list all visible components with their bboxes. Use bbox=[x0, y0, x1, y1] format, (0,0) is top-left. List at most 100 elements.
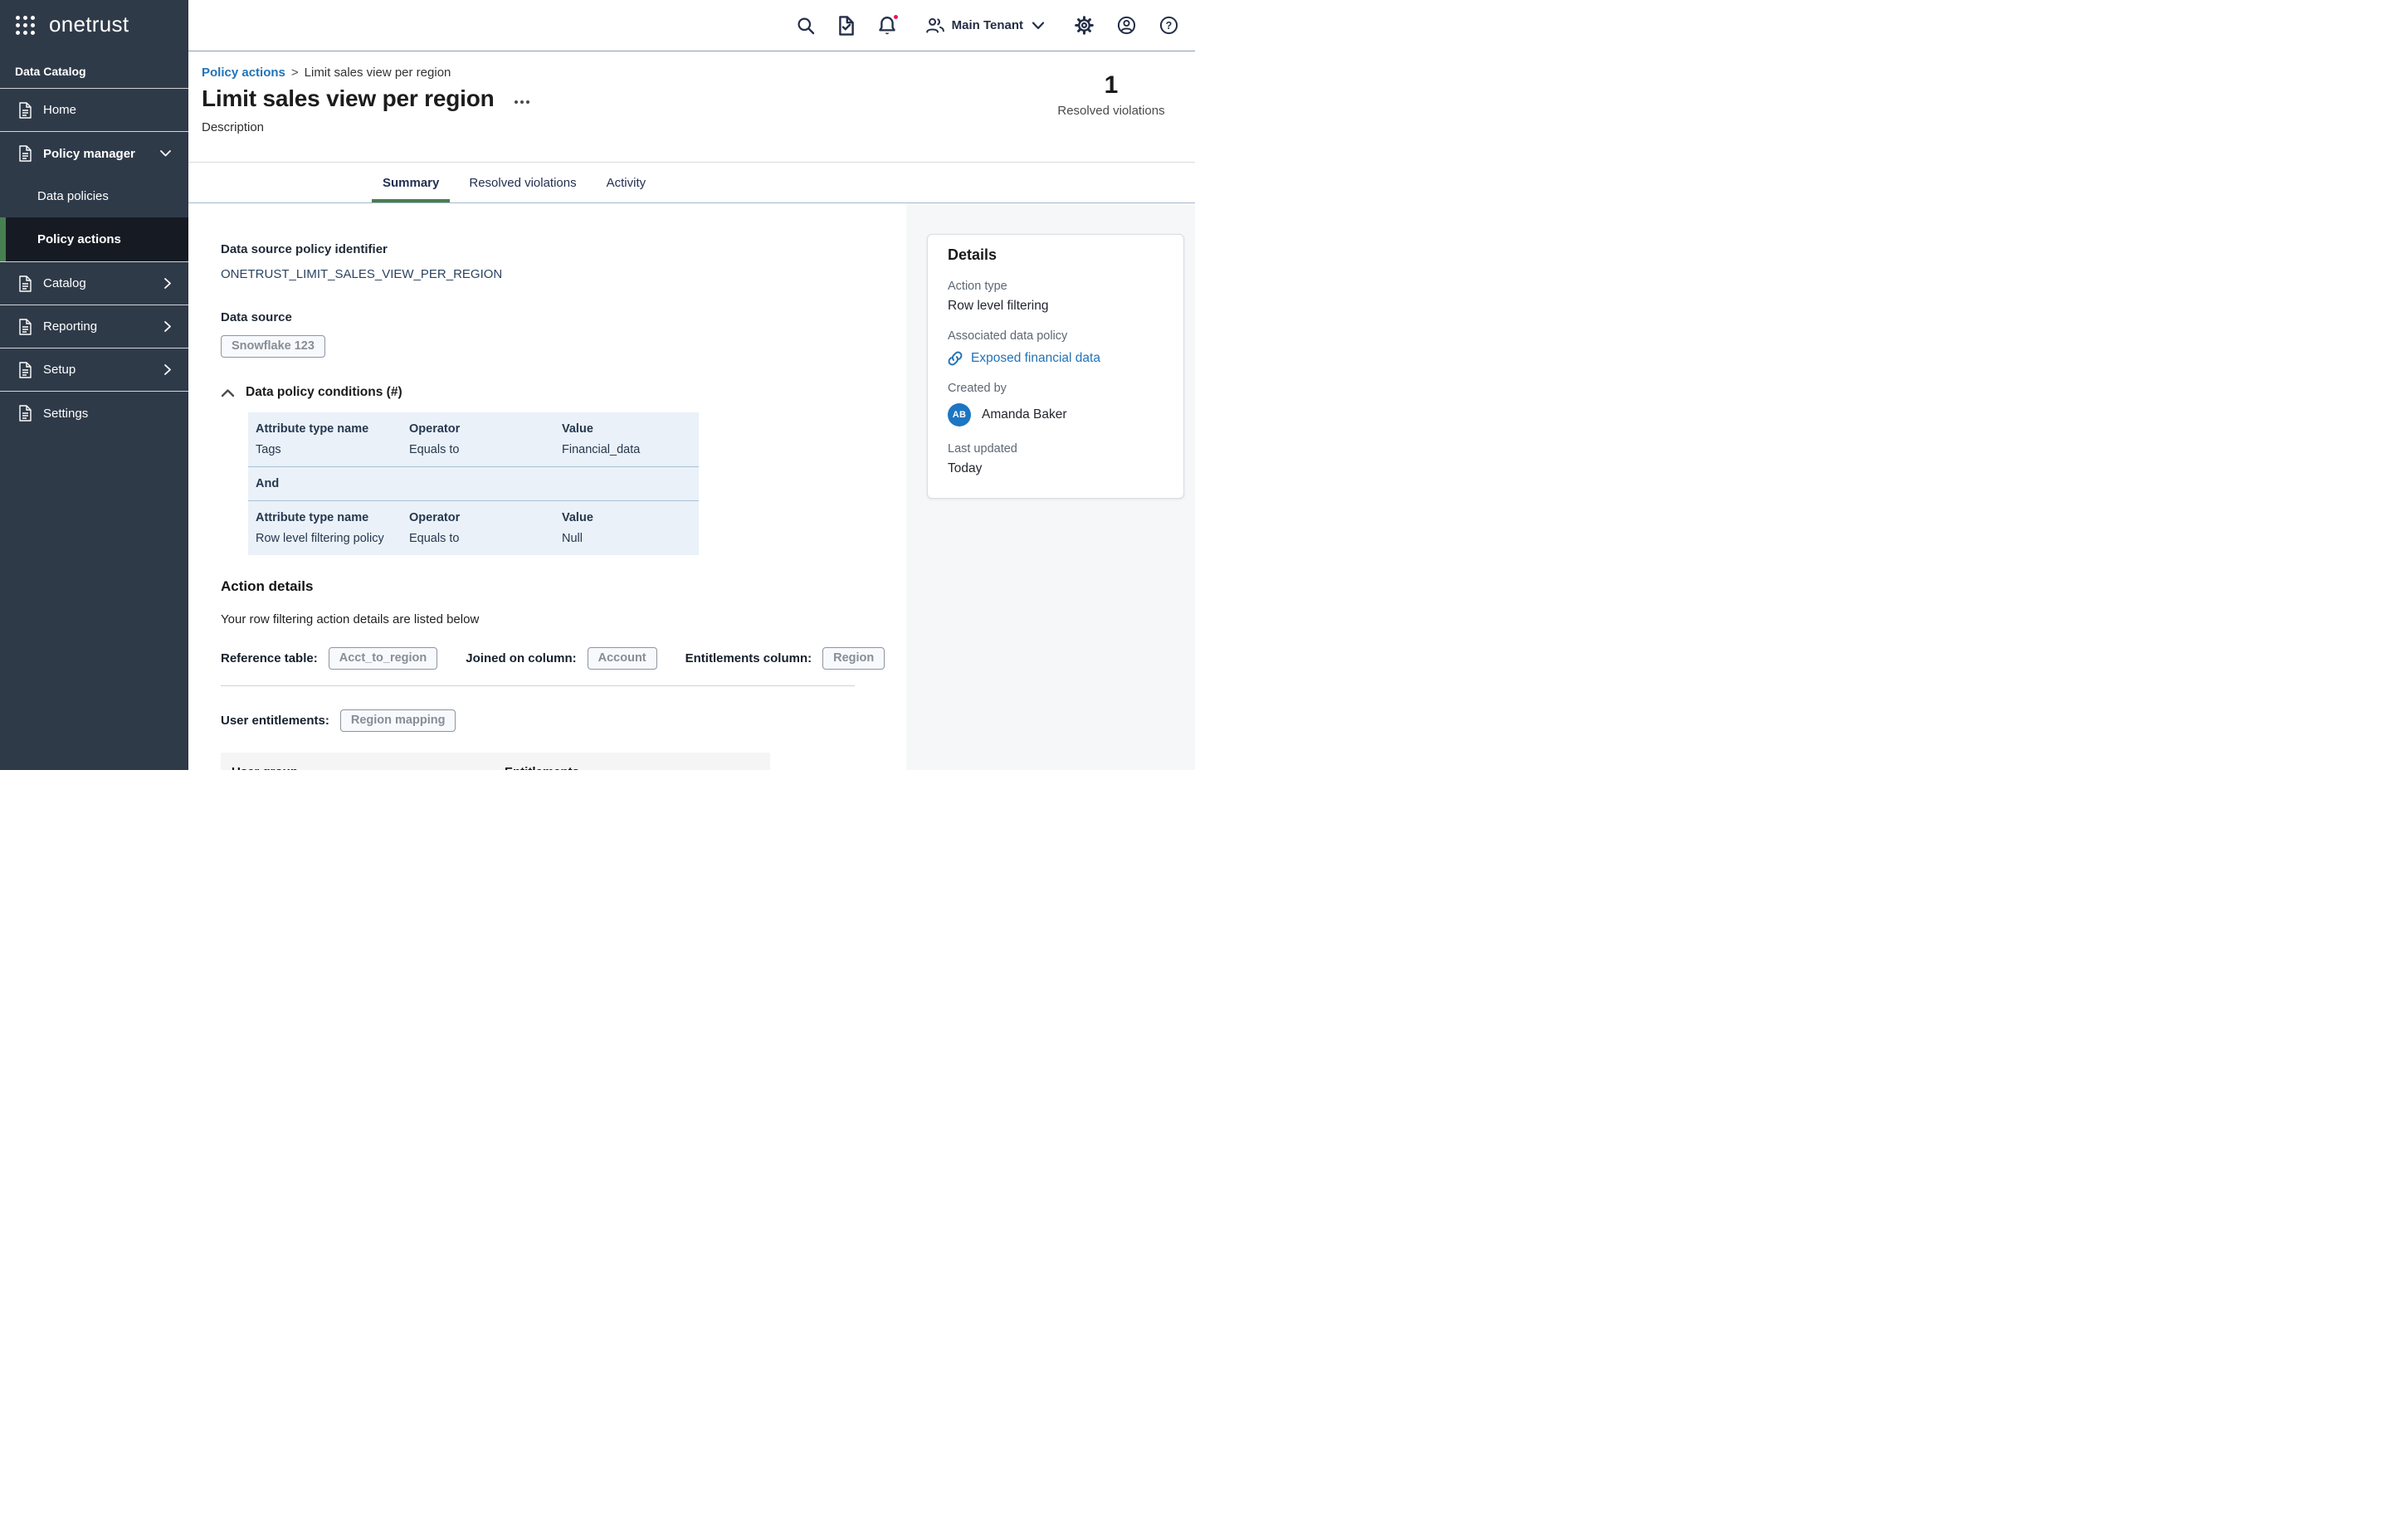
sidebar-item-home[interactable]: Home bbox=[0, 89, 188, 132]
brand-wordmark: onetrust bbox=[49, 12, 129, 37]
search-icon[interactable] bbox=[797, 17, 815, 35]
document-icon bbox=[18, 319, 32, 335]
sidebar-item-policy-actions[interactable]: Policy actions bbox=[0, 217, 188, 261]
app-window: onetrust Data Catalog Home Policy manage… bbox=[0, 0, 1195, 770]
sidebar-item-label: Home bbox=[43, 103, 76, 117]
sidebar-item-setup[interactable]: Setup bbox=[0, 348, 188, 392]
details-title: Details bbox=[948, 246, 1163, 264]
reference-table-label: Reference table: bbox=[221, 651, 318, 665]
condition-attribute: Tags bbox=[256, 441, 409, 459]
document-icon bbox=[18, 362, 32, 378]
sidebar-item-policy-manager[interactable]: Policy manager bbox=[0, 132, 188, 175]
breadcrumb-parent-link[interactable]: Policy actions bbox=[202, 66, 285, 80]
page-title: Limit sales view per region bbox=[202, 85, 495, 112]
action-details-fields: Reference table: Acct_to_region Joined o… bbox=[221, 647, 906, 670]
avatar: AB bbox=[948, 403, 971, 426]
identifier-label: Data source policy identifier bbox=[221, 242, 906, 256]
condition-col-header: Value bbox=[562, 509, 699, 527]
tab-resolved-violations[interactable]: Resolved violations bbox=[458, 163, 587, 202]
condition-col-header: Attribute type name bbox=[256, 509, 409, 527]
column-header-entitlements: Entitlements bbox=[505, 765, 579, 771]
tab-bar: Summary Resolved violations Activity bbox=[188, 163, 1195, 203]
sidebar-item-label: Policy actions bbox=[37, 232, 121, 246]
created-by-name: Amanda Baker bbox=[982, 407, 1067, 422]
ellipsis-icon[interactable] bbox=[511, 97, 533, 107]
stat-value: 1 bbox=[1053, 71, 1169, 100]
created-by-label: Created by bbox=[948, 382, 1163, 395]
associated-policy-link[interactable]: Exposed financial data bbox=[948, 351, 1163, 366]
chevron-up-icon[interactable] bbox=[221, 388, 235, 397]
sidebar-item-label: Settings bbox=[43, 407, 88, 421]
sidebar-item-label: Policy manager bbox=[43, 147, 135, 161]
action-type-value: Row level filtering bbox=[948, 299, 1163, 314]
document-check-icon[interactable] bbox=[838, 16, 855, 36]
sidebar-item-settings[interactable]: Settings bbox=[0, 392, 188, 435]
user-entitlements-chip: Region mapping bbox=[340, 709, 456, 732]
sidebar-group-policy-manager: Policy manager Data policies Policy acti… bbox=[0, 132, 188, 262]
notifications-bell-icon[interactable] bbox=[878, 16, 896, 36]
condition-attribute: Row level filtering policy bbox=[256, 530, 409, 548]
chevron-right-icon bbox=[163, 277, 172, 290]
tab-activity[interactable]: Activity bbox=[596, 163, 657, 202]
tenant-selector[interactable]: Main Tenant bbox=[925, 17, 1045, 34]
associated-policy-link-text: Exposed financial data bbox=[971, 351, 1100, 366]
logo-row: onetrust bbox=[0, 0, 188, 51]
conditions-panel: Attribute type name Tags Operator Equals… bbox=[248, 412, 699, 555]
reference-table-chip: Acct_to_region bbox=[329, 647, 438, 670]
description-label: Description bbox=[202, 120, 1195, 134]
tab-summary[interactable]: Summary bbox=[372, 163, 450, 202]
breadcrumb-current: Limit sales view per region bbox=[305, 66, 451, 80]
entitlements-column-chip: Region bbox=[822, 647, 885, 670]
condition-row: Attribute type name Tags Operator Equals… bbox=[248, 412, 699, 466]
condition-operator: Equals to bbox=[409, 441, 562, 459]
sidebar-item-catalog[interactable]: Catalog bbox=[0, 262, 188, 305]
main-area: Main Tenant bbox=[188, 0, 1195, 770]
entitlements-table-header: User group Entitlements bbox=[221, 753, 770, 770]
condition-col-header: Value bbox=[562, 421, 699, 438]
chevron-right-icon bbox=[163, 363, 172, 376]
sidebar-item-data-policies[interactable]: Data policies bbox=[0, 175, 188, 217]
sidebar-item-reporting[interactable]: Reporting bbox=[0, 305, 188, 348]
account-icon[interactable] bbox=[1117, 16, 1136, 35]
details-card: Details Action type Row level filtering … bbox=[927, 234, 1184, 499]
action-type-label: Action type bbox=[948, 280, 1163, 293]
svg-text:?: ? bbox=[1166, 20, 1173, 32]
condition-col-header: Attribute type name bbox=[256, 421, 409, 438]
associated-policy-label: Associated data policy bbox=[948, 329, 1163, 343]
breadcrumb: Policy actions > Limit sales view per re… bbox=[202, 66, 1195, 80]
page-header: Policy actions > Limit sales view per re… bbox=[188, 51, 1195, 163]
conditions-header: Data policy conditions (#) bbox=[221, 385, 906, 400]
condition-col-header: Operator bbox=[409, 421, 562, 438]
tenant-label: Main Tenant bbox=[952, 18, 1023, 32]
top-bar: Main Tenant bbox=[188, 0, 1195, 51]
breadcrumb-separator: > bbox=[291, 66, 299, 80]
sidebar-item-label: Catalog bbox=[43, 276, 86, 290]
last-updated-value: Today bbox=[948, 461, 1163, 476]
document-icon bbox=[18, 275, 32, 292]
document-icon bbox=[18, 102, 32, 119]
summary-panel: Data source policy identifier ONETRUST_L… bbox=[188, 203, 906, 770]
column-header-user-group: User group bbox=[221, 765, 505, 771]
sidebar-item-label: Data policies bbox=[37, 189, 109, 203]
conditions-title: Data policy conditions (#) bbox=[246, 385, 402, 400]
stat-label: Resolved violations bbox=[1053, 104, 1169, 118]
document-icon bbox=[18, 405, 32, 422]
link-icon bbox=[948, 351, 963, 366]
gear-icon[interactable] bbox=[1075, 16, 1094, 35]
chevron-down-icon bbox=[1032, 22, 1045, 30]
notification-dot bbox=[892, 13, 900, 21]
condition-operator: Equals to bbox=[409, 530, 562, 548]
app-grid-icon[interactable] bbox=[16, 16, 37, 37]
joined-on-column-label: Joined on column: bbox=[466, 651, 576, 665]
condition-row: Attribute type name Row level filtering … bbox=[248, 500, 699, 555]
identifier-value: ONETRUST_LIMIT_SALES_VIEW_PER_REGION bbox=[221, 267, 906, 281]
sidebar-item-label: Setup bbox=[43, 363, 76, 377]
divider bbox=[221, 685, 855, 686]
help-icon[interactable]: ? bbox=[1159, 16, 1178, 35]
chevron-right-icon bbox=[163, 320, 172, 333]
chevron-down-icon bbox=[159, 149, 172, 158]
joined-on-column-chip: Account bbox=[588, 647, 657, 670]
entitlements-column-label: Entitlements column: bbox=[685, 651, 812, 665]
document-icon bbox=[18, 145, 32, 162]
created-by-row: AB Amanda Baker bbox=[948, 403, 1163, 426]
